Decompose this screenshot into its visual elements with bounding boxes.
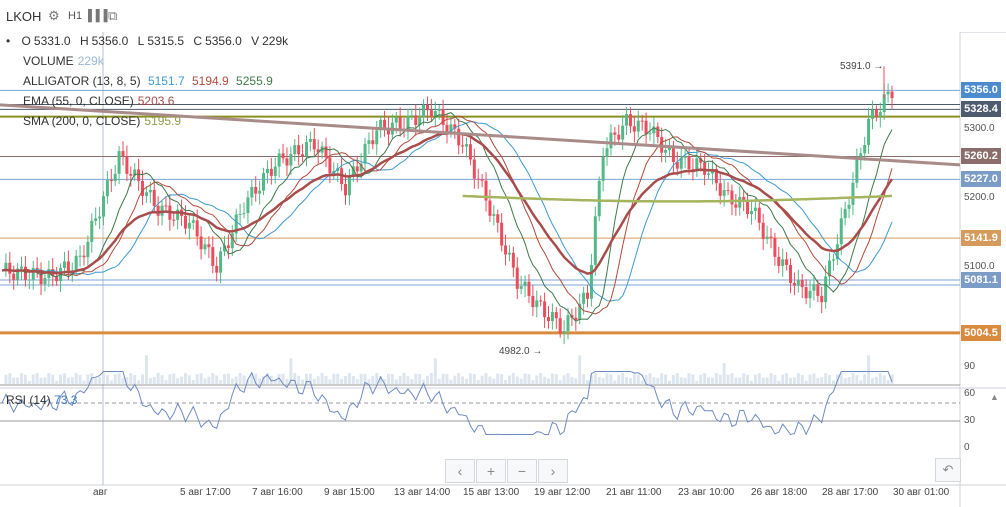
time-tick-label: 26 авг 18:00 xyxy=(751,487,808,498)
open-value: 5331.0 xyxy=(33,34,71,48)
ohlc-legend: • O 5331.0 H 5356.0 L 5315.5 C 5356.0 V 229k xyxy=(6,34,289,48)
rsi-tick-label: 0 xyxy=(964,442,970,453)
symbol-label[interactable]: LKOH xyxy=(6,9,41,24)
time-tick-label: 19 авг 12:00 xyxy=(534,487,591,498)
price-level-label: 5081.1 xyxy=(961,272,1001,289)
compare-icon[interactable]: ⧉ xyxy=(108,8,117,24)
time-tick-label: 28 авг 17:00 xyxy=(822,487,879,498)
chart-nav-controls: ‹ + − › xyxy=(445,459,569,483)
gear-icon[interactable]: ⚙ xyxy=(48,8,60,24)
price-tick-label: 5300.0 xyxy=(964,123,995,134)
time-tick-label: 23 авг 10:00 xyxy=(678,487,735,498)
time-tick-label: 9 авг 15:00 xyxy=(324,487,375,498)
price-level-label: 5356.0 xyxy=(961,82,1001,99)
candle xyxy=(597,176,601,222)
price-level-label: 5328.4 xyxy=(961,101,1001,118)
price-tick-label: 5200.0 xyxy=(964,192,995,203)
time-tick-label: авг xyxy=(93,487,108,498)
price-level-label: 5141.9 xyxy=(961,230,1001,247)
high-mark-label: 5391.0 → xyxy=(840,61,884,72)
price-level-label: 5004.5 xyxy=(961,324,1001,341)
interval-button[interactable]: H1 xyxy=(68,10,82,22)
close-value: 5356.0 xyxy=(205,34,242,48)
scroll-left-button[interactable]: ‹ xyxy=(445,459,475,483)
time-tick-label: 13 авг 14:00 xyxy=(394,487,451,498)
rsi-legend[interactable]: RSI (14) 73.3 xyxy=(6,393,77,407)
time-tick-label: 21 авг 11:00 xyxy=(606,487,662,498)
price-level-label: 5260.2 xyxy=(961,148,1001,165)
price-tick-label: 5100.0 xyxy=(964,261,995,272)
rsi-tick-label: 60 xyxy=(964,388,976,399)
time-tick-label: 15 авг 13:00 xyxy=(463,487,520,498)
low-mark-label: 4982.0 → xyxy=(499,346,543,357)
ema-legend[interactable]: EMA (55, 0, CLOSE) 5203.6 xyxy=(23,91,174,111)
time-tick-label: 7 авг 16:00 xyxy=(252,487,303,498)
time-tick-label: 5 авг 17:00 xyxy=(180,487,231,498)
zoom-out-button[interactable]: − xyxy=(507,459,537,483)
collapse-icon[interactable]: • xyxy=(6,34,10,48)
time-tick-label: 30 авг 01:00 xyxy=(893,487,950,498)
volume-legend[interactable]: VOLUME 229k xyxy=(23,51,104,71)
sma-legend[interactable]: SMA (200, 0, CLOSE) 5195.9 xyxy=(23,111,181,131)
reset-chart-button[interactable]: ↶ xyxy=(935,458,961,482)
high-value: 5356.0 xyxy=(91,34,129,48)
rsi-tick-label: 90 xyxy=(964,361,976,372)
scale-up-icon[interactable]: ▲ xyxy=(990,392,999,402)
alligator-legend[interactable]: ALLIGATOR (13, 8, 5) 5151.7 5194.9 5255.… xyxy=(23,71,273,91)
price-level-label: 5227.0 xyxy=(961,171,1001,188)
volume-value: 229k xyxy=(262,34,289,48)
low-value: 5315.5 xyxy=(147,34,185,48)
scroll-right-button[interactable]: › xyxy=(538,459,568,483)
rsi-tick-label: 30 xyxy=(964,415,976,426)
zoom-in-button[interactable]: + xyxy=(476,459,506,483)
chart-toolbar: LKOH ⚙ H1 ▌▌▌ ⧉ xyxy=(0,0,1006,33)
